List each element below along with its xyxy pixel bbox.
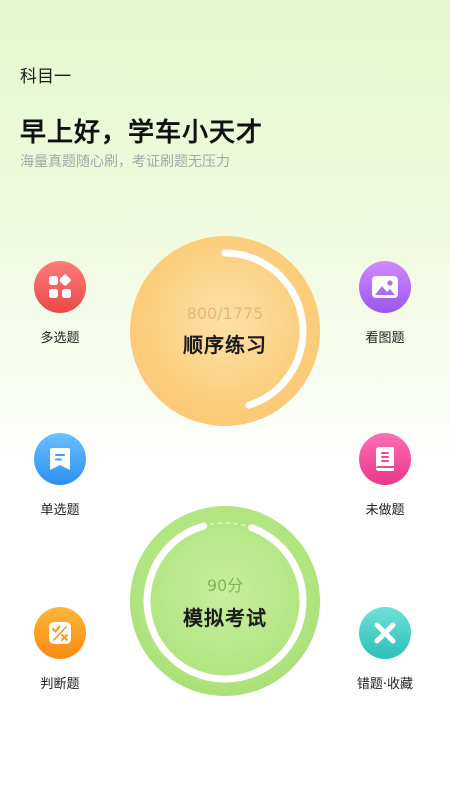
undone-question-label: 未做题 <box>365 503 405 518</box>
practice-count: 800/1775 <box>186 304 264 323</box>
sequential-practice-button[interactable]: 800/1775 顺序练习 <box>130 236 320 426</box>
book-icon <box>359 433 411 485</box>
multiple-choice-label: 多选题 <box>40 331 80 346</box>
subject-title[interactable]: 科目一 <box>20 62 71 87</box>
wrong-favorites-label: 错题·收藏 <box>356 677 414 692</box>
picture-question-button[interactable]: 看图题 <box>340 261 430 346</box>
greeting-title: 早上好，学车小天才 <box>20 118 264 148</box>
mock-exam-button[interactable]: 90分 模拟考试 <box>130 506 320 696</box>
practice-title: 顺序练习 <box>183 333 267 357</box>
check-cross-icon <box>34 607 86 659</box>
multiple-choice-button[interactable]: 多选题 <box>15 261 105 346</box>
single-choice-button[interactable]: 单选题 <box>15 433 105 518</box>
bookmark-icon <box>34 433 86 485</box>
undone-question-button[interactable]: 未做题 <box>340 433 430 518</box>
single-choice-label: 单选题 <box>40 503 80 518</box>
wrong-favorites-button[interactable]: 错题·收藏 <box>340 607 430 692</box>
image-icon <box>359 261 411 313</box>
close-icon <box>359 607 411 659</box>
exam-title: 模拟考试 <box>183 605 267 630</box>
grid-icon <box>34 261 86 313</box>
picture-question-label: 看图题 <box>365 331 405 346</box>
exam-score: 90分 <box>206 575 244 595</box>
true-false-button[interactable]: 判断题 <box>15 607 105 692</box>
slogan-text: 海量真题随心刷，考证刷题无压力 <box>20 154 230 170</box>
true-false-label: 判断题 <box>40 677 80 692</box>
